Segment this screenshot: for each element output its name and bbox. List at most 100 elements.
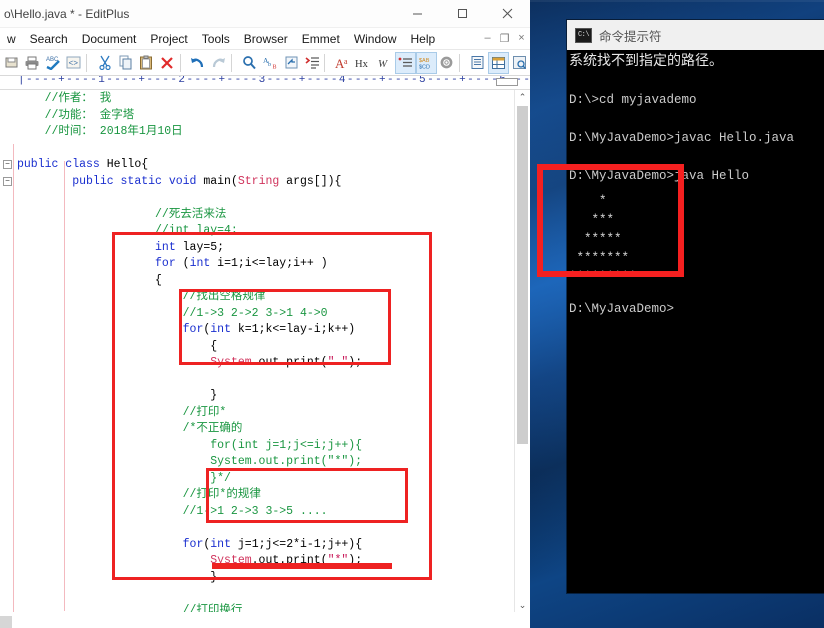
scroll-up-arrow[interactable]: ⌃ bbox=[515, 90, 530, 104]
maximize-button[interactable] bbox=[440, 0, 485, 28]
code-line: //打印换行 bbox=[17, 603, 243, 613]
document-selector-icon[interactable] bbox=[467, 52, 488, 74]
code-line: /*不正确的 bbox=[17, 422, 243, 435]
svg-text:a: a bbox=[344, 57, 348, 66]
code-line: { bbox=[17, 339, 218, 353]
newline-underline-annotation bbox=[212, 563, 392, 569]
scroll-thumb[interactable] bbox=[517, 106, 528, 444]
paste-icon[interactable] bbox=[136, 52, 157, 74]
fold-toggle-icon[interactable]: − bbox=[3, 160, 12, 169]
wordwrap-icon[interactable]: W bbox=[374, 52, 395, 74]
code-line: //1->3 2->2 3->1 4->0 bbox=[17, 306, 328, 320]
preview-icon[interactable] bbox=[509, 52, 530, 74]
goto-line-icon[interactable] bbox=[281, 52, 302, 74]
save-all-icon[interactable] bbox=[1, 52, 22, 74]
code-line: for(int k=1;k<=lay-i;k++) bbox=[182, 323, 356, 336]
redo-icon[interactable] bbox=[208, 52, 229, 74]
menu-item-document[interactable]: Document bbox=[75, 32, 144, 46]
minimize-button[interactable] bbox=[395, 0, 440, 28]
cmd-output-line: D:\MyJavaDemo>java Hello bbox=[569, 169, 750, 183]
code-line: } bbox=[17, 389, 218, 402]
editor-vertical-scrollbar[interactable]: ⌃ ⌄ bbox=[514, 90, 530, 612]
svg-text:b: b bbox=[268, 62, 271, 68]
copy-icon[interactable] bbox=[115, 52, 136, 74]
ruler-scale: |----+----1----+----2----+----3----+----… bbox=[18, 76, 530, 86]
matchcase-icon[interactable]: $AB $CD bbox=[415, 51, 437, 74]
menu-item-view[interactable]: w bbox=[0, 32, 23, 46]
cmd-output-line: D:\>cd myjavademo bbox=[569, 93, 697, 107]
menu-item-browser[interactable]: Browser bbox=[237, 32, 295, 46]
undo-icon[interactable] bbox=[188, 52, 209, 74]
cmd-output-line: 系统找不到指定的路径。 bbox=[569, 54, 723, 70]
editplus-window: o\Hello.java * - EditPlus w Search Docum… bbox=[0, 0, 530, 628]
toolbar-separator bbox=[459, 53, 465, 72]
code-line: //时间： 2018年1月10日 bbox=[17, 125, 183, 138]
svg-text:B: B bbox=[272, 65, 276, 71]
code-line: System.out.print("*"); bbox=[17, 455, 363, 468]
cmd-pyramid-row: ********* bbox=[569, 270, 637, 284]
html-tag-icon[interactable]: <> bbox=[63, 52, 84, 74]
cmd-output[interactable]: 系统找不到指定的路径。 D:\>cd myjavademo D:\MyJavaD… bbox=[567, 50, 824, 328]
code-line: //打印* bbox=[17, 405, 227, 419]
hex-icon[interactable]: Hx bbox=[353, 52, 374, 74]
close-button[interactable] bbox=[485, 0, 530, 28]
code-line: //作者： 我 bbox=[17, 92, 112, 105]
code-editor[interactable]: −−− //作者： 我 //功能： 金字塔 //时间： 2018年1月10日 p… bbox=[0, 90, 530, 612]
font-icon[interactable]: Aa bbox=[332, 52, 353, 74]
cmd-console-icon: C:\ bbox=[575, 27, 592, 43]
spellcheck-icon[interactable]: ABC bbox=[43, 52, 64, 74]
cmd-pyramid-row: ***** bbox=[569, 232, 622, 246]
window-title: o\Hello.java * - EditPlus bbox=[4, 6, 130, 21]
status-resize-grip bbox=[0, 616, 12, 628]
svg-text:Hx: Hx bbox=[355, 59, 369, 70]
mdi-close-button[interactable]: × bbox=[513, 32, 530, 45]
menu-item-help[interactable]: Help bbox=[404, 32, 443, 46]
menu-bar: w Search Document Project Tools Browser … bbox=[0, 28, 530, 50]
menu-item-window[interactable]: Window bbox=[347, 32, 404, 46]
print-icon[interactable] bbox=[22, 52, 43, 74]
cmd-pyramid-row: ******* bbox=[569, 251, 630, 265]
table-icon[interactable] bbox=[488, 51, 510, 74]
settings-gear-icon[interactable] bbox=[437, 52, 458, 74]
cmd-pyramid-row: * bbox=[569, 194, 607, 208]
cut-icon[interactable] bbox=[94, 52, 115, 74]
code-line: int lay=5; bbox=[155, 240, 225, 254]
toolbar-separator bbox=[324, 53, 330, 72]
cmd-output-line: D:\MyJavaDemo>javac Hello.java bbox=[569, 131, 795, 145]
find-icon[interactable] bbox=[239, 52, 260, 74]
window-controls bbox=[395, 0, 530, 28]
mdi-window-controls: – ❐ × bbox=[479, 32, 530, 45]
code-line: for(int j=1;j<=i;j++){ bbox=[17, 438, 363, 452]
indent-guide bbox=[13, 144, 14, 612]
toolbar-separator bbox=[86, 53, 92, 72]
cmd-window-title: 命令提示符 bbox=[599, 29, 662, 44]
code-line: public class Hello{ bbox=[17, 158, 149, 171]
mdi-restore-button[interactable]: ❐ bbox=[496, 32, 513, 45]
cmd-titlebar: C:\ 命令提示符 bbox=[567, 20, 824, 50]
code-line: //1->1 2->3 3->5 .... bbox=[17, 504, 328, 518]
code-line: public static void main(String args[]){ bbox=[17, 174, 342, 188]
menu-item-emmet[interactable]: Emmet bbox=[295, 32, 347, 46]
menu-item-tools[interactable]: Tools bbox=[195, 32, 237, 46]
source-code[interactable]: //作者： 我 //功能： 金字塔 //时间： 2018年1月10日 publi… bbox=[17, 90, 514, 612]
code-line: for (int i=1;i<=lay;i++ ) bbox=[155, 257, 328, 270]
code-line: //找出空格规律 bbox=[17, 290, 266, 303]
mdi-minimize-button[interactable]: – bbox=[479, 32, 496, 45]
linenumber-icon[interactable] bbox=[394, 51, 416, 74]
ruler-end-marker bbox=[496, 78, 518, 86]
code-line: } bbox=[17, 570, 218, 584]
delete-icon[interactable] bbox=[157, 52, 178, 74]
replace-icon[interactable]: AbB bbox=[260, 52, 281, 74]
fold-gutter[interactable]: −−− bbox=[0, 90, 17, 612]
menu-item-search[interactable]: Search bbox=[23, 32, 75, 46]
fold-toggle-icon[interactable]: − bbox=[3, 176, 12, 186]
menu-item-project[interactable]: Project bbox=[143, 32, 194, 46]
indent-icon[interactable] bbox=[302, 52, 323, 74]
toolbar-separator bbox=[231, 53, 237, 72]
scroll-down-arrow[interactable]: ⌄ bbox=[515, 598, 530, 612]
